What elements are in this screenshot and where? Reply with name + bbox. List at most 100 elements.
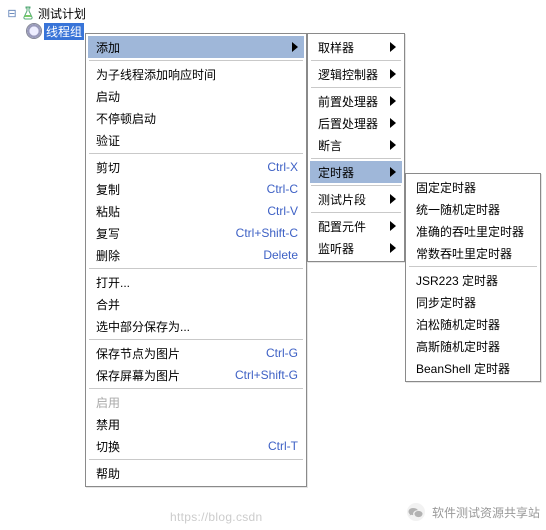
flask-icon (20, 5, 36, 21)
tree-root-row[interactable]: ⊟ 测试计划 (6, 4, 86, 22)
menu-add[interactable]: 添加 (88, 36, 304, 58)
timer-item[interactable]: 准确的吞吐里定时器 (408, 220, 538, 242)
menu-item[interactable]: 为子线程添加响应时间 (88, 63, 304, 85)
menu-item[interactable]: 不停顿启动 (88, 107, 304, 129)
menu-shortcut: Ctrl+Shift-C (236, 226, 298, 240)
menu-add-label: 添加 (96, 39, 280, 56)
submenu-item[interactable]: 后置处理器 (310, 112, 402, 134)
menu-item[interactable]: 保存节点为图片 Ctrl-G (88, 342, 304, 364)
menu-item-label: 为子线程添加响应时间 (96, 66, 298, 83)
submenu-item[interactable]: 逻辑控制器 (310, 63, 402, 85)
watermark: 软件测试资源共享站 (406, 502, 540, 522)
watermark-text: 软件测试资源共享站 (432, 504, 540, 521)
submenu-arrow-icon (390, 96, 396, 106)
menu-item[interactable]: 启动 (88, 85, 304, 107)
menu-separator (89, 153, 303, 154)
menu-item[interactable]: 复制Ctrl-C (88, 178, 304, 200)
menu-shortcut: Delete (263, 248, 298, 262)
menu-item[interactable]: 粘贴Ctrl-V (88, 200, 304, 222)
submenu-item[interactable]: 断言 (310, 134, 402, 156)
timer-item-label: 固定定时器 (416, 179, 532, 196)
submenu-item[interactable]: 测试片段 (310, 188, 402, 210)
menu-separator (311, 60, 401, 61)
submenu-arrow-icon (390, 69, 396, 79)
menu-shortcut: Ctrl-V (267, 204, 298, 218)
timer-item[interactable]: JSR223 定时器 (408, 269, 538, 291)
submenu-item[interactable]: 取样器 (310, 36, 402, 58)
timer-item[interactable]: 泊松随机定时器 (408, 313, 538, 335)
submenu-item-label: 定时器 (318, 164, 378, 181)
timer-item[interactable]: 常数吞吐里定时器 (408, 242, 538, 264)
timer-item-label: 泊松随机定时器 (416, 316, 532, 333)
tree-root-label[interactable]: 测试计划 (38, 5, 86, 22)
menu-item[interactable]: 打开... (88, 271, 304, 293)
timer-item-label: 常数吞吐里定时器 (416, 245, 532, 262)
menu-separator (89, 339, 303, 340)
menu-help-label: 帮助 (96, 465, 298, 482)
gear-icon (26, 23, 42, 39)
submenu-item-label: 前置处理器 (318, 93, 378, 110)
menu-item-label: 打开... (96, 274, 298, 291)
menu-enable: 启用 (88, 391, 304, 413)
menu-item-label: 剪切 (96, 159, 247, 176)
tree-child-row[interactable]: 线程组 (6, 22, 86, 40)
menu-help[interactable]: 帮助 (88, 462, 304, 484)
menu-item[interactable]: 复写 Ctrl+Shift-C (88, 222, 304, 244)
submenu-arrow-icon (390, 194, 396, 204)
submenu-item[interactable]: 前置处理器 (310, 90, 402, 112)
tree-collapse-icon[interactable]: ⊟ (6, 7, 18, 20)
menu-disable-label: 禁用 (96, 416, 298, 433)
submenu-arrow-icon (390, 167, 396, 177)
submenu-arrow-icon (390, 118, 396, 128)
menu-item-label: 合并 (96, 296, 298, 313)
menu-enable-label: 启用 (96, 394, 298, 411)
menu-disable[interactable]: 禁用 (88, 413, 304, 435)
submenu-item[interactable]: 定时器 (310, 161, 402, 183)
timer-item[interactable]: 统一随机定时器 (408, 198, 538, 220)
submenu-item-label: 断言 (318, 137, 378, 154)
menu-separator (409, 266, 537, 267)
menu-item[interactable]: 合并 (88, 293, 304, 315)
tree-child-label[interactable]: 线程组 (44, 23, 84, 40)
menu-item[interactable]: 删除Delete (88, 244, 304, 266)
timer-item-label: 统一随机定时器 (416, 201, 532, 218)
timer-submenu: 固定定时器统一随机定时器准确的吞吐里定时器常数吞吐里定时器 JSR223 定时器同… (405, 173, 541, 382)
add-submenu: 取样器逻辑控制器前置处理器后置处理器断言定时器测试片段配置元件监听器 (307, 33, 405, 262)
menu-item[interactable]: 选中部分保存为... (88, 315, 304, 337)
menu-separator (311, 212, 401, 213)
menu-item[interactable]: 验证 (88, 129, 304, 151)
timer-item[interactable]: 固定定时器 (408, 176, 538, 198)
wechat-icon (406, 502, 426, 522)
menu-item-label: 复写 (96, 225, 216, 242)
menu-separator (311, 158, 401, 159)
submenu-item-label: 取样器 (318, 39, 378, 56)
timer-item[interactable]: 高斯随机定时器 (408, 335, 538, 357)
menu-item-label: 选中部分保存为... (96, 318, 298, 335)
menu-item-label: 不停顿启动 (96, 110, 298, 127)
menu-separator (89, 388, 303, 389)
timer-item-label: BeanShell 定时器 (416, 360, 532, 377)
menu-item-label: 保存屏幕为图片 (96, 367, 215, 384)
submenu-item[interactable]: 监听器 (310, 237, 402, 259)
menu-toggle-shortcut: Ctrl-T (268, 439, 298, 453)
submenu-item-label: 逻辑控制器 (318, 66, 378, 83)
timer-item-label: 高斯随机定时器 (416, 338, 532, 355)
menu-toggle-label: 切换 (96, 438, 248, 455)
tree-panel: ⊟ 测试计划 线程组 (6, 4, 86, 40)
menu-item[interactable]: 剪切Ctrl-X (88, 156, 304, 178)
menu-shortcut: Ctrl-G (266, 346, 298, 360)
submenu-arrow-icon (390, 42, 396, 52)
timer-item[interactable]: BeanShell 定时器 (408, 357, 538, 379)
timer-item[interactable]: 同步定时器 (408, 291, 538, 313)
submenu-item-label: 监听器 (318, 240, 378, 257)
menu-toggle[interactable]: 切换 Ctrl-T (88, 435, 304, 457)
timer-item-label: 准确的吞吐里定时器 (416, 223, 532, 240)
menu-item[interactable]: 保存屏幕为图片Ctrl+Shift-G (88, 364, 304, 386)
submenu-item[interactable]: 配置元件 (310, 215, 402, 237)
submenu-item-label: 后置处理器 (318, 115, 378, 132)
menu-separator (89, 459, 303, 460)
submenu-arrow-icon (390, 243, 396, 253)
submenu-item-label: 配置元件 (318, 218, 378, 235)
menu-item-label: 保存节点为图片 (96, 345, 246, 362)
timer-item-label: JSR223 定时器 (416, 272, 532, 289)
